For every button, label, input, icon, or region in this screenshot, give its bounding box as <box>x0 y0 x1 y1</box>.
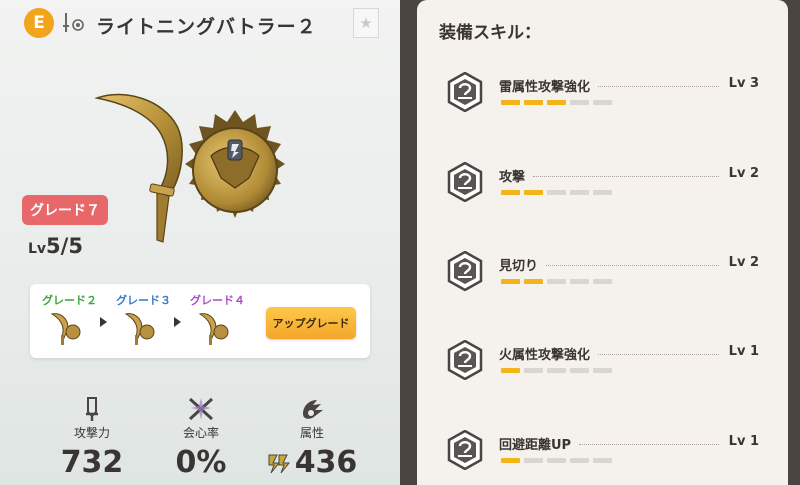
skill-name: 回避距離UP <box>499 438 572 453</box>
skill-row[interactable]: 回避距離UP Lv 1 <box>447 430 767 480</box>
skill-name: 火属性攻撃強化 <box>499 348 591 363</box>
skill-level-segment-empty <box>547 279 566 284</box>
level-value: 5/5 <box>46 234 83 258</box>
skill-row[interactable]: 火属性攻撃強化 Lv 1 <box>447 340 767 390</box>
sword-and-shield-icon <box>63 13 84 32</box>
arrow-right-icon <box>100 317 107 327</box>
skill-leader-line <box>598 86 719 87</box>
skill-row[interactable]: 雷属性攻撃強化 Lv 3 <box>447 72 767 122</box>
stat-value-row: 436 <box>262 445 362 480</box>
stat-critical: 会心率 0% <box>151 396 251 480</box>
stat-value: 732 <box>60 445 124 480</box>
skill-gem-icon <box>447 251 483 291</box>
skill-level: Lv 2 <box>728 166 759 181</box>
skill-level-segment-empty <box>547 368 566 373</box>
skill-level-segment-filled <box>501 458 520 463</box>
skill-level-bar <box>501 368 612 373</box>
skill-level-segment-empty <box>593 368 612 373</box>
skill-level-segment-filled <box>524 279 543 284</box>
skills-panel: 装備スキル： 雷属性攻撃強化 Lv 3 攻撃 Lv 2 見切り Lv 2 火属性攻撃強化 Lv… <box>417 0 788 485</box>
skill-level-segment-empty <box>570 100 589 105</box>
skill-row[interactable]: 見切り Lv 2 <box>447 251 767 301</box>
stat-value: 0% <box>175 445 227 480</box>
skill-level-segment-empty <box>570 190 589 195</box>
skill-level: Lv 3 <box>728 76 759 91</box>
critical-icon <box>188 397 214 421</box>
favorite-button[interactable]: ★ <box>353 8 379 38</box>
skill-level-segment-empty <box>593 279 612 284</box>
skill-level-bar <box>501 100 612 105</box>
star-icon: ★ <box>359 14 373 32</box>
skill-leader-line <box>546 265 719 266</box>
stat-element: 属性 436 <box>262 396 362 480</box>
skill-level-segment-empty <box>593 190 612 195</box>
upgrade-step-label: グレード４ <box>190 294 245 307</box>
skill-level-bar <box>501 458 612 463</box>
skill-name: 見切り <box>499 259 539 274</box>
skill-level-segment-empty <box>570 458 589 463</box>
skills-title: 装備スキル： <box>439 23 541 43</box>
upgrade-step-label: グレード３ <box>116 294 171 307</box>
skill-gem-icon <box>447 162 483 202</box>
skill-level-segment-empty <box>547 190 566 195</box>
skill-level-segment-filled <box>547 100 566 105</box>
skill-name: 雷属性攻撃強化 <box>499 80 591 95</box>
skill-level-segment-empty <box>570 279 589 284</box>
stat-label: 属性 <box>299 426 324 440</box>
arrow-right-icon <box>174 317 181 327</box>
skill-level-segment-filled <box>524 100 543 105</box>
skill-level-segment-filled <box>501 279 520 284</box>
skill-level: Lv 1 <box>728 434 759 449</box>
weapon-image <box>94 93 285 243</box>
weapon-thumbnail-icon[interactable] <box>48 308 82 348</box>
stat-value: 436 <box>294 445 358 480</box>
skill-gem-icon <box>447 340 483 380</box>
skill-level-segment-empty <box>593 458 612 463</box>
stat-label: 攻撃力 <box>73 426 110 440</box>
upgrade-step-label: グレード２ <box>42 294 97 307</box>
skill-leader-line <box>579 444 719 445</box>
skill-gem-icon <box>447 430 483 470</box>
grade-badge: グレード７ <box>22 195 108 225</box>
thunder-element-icon <box>268 454 290 473</box>
skill-level-bar <box>501 190 612 195</box>
skill-level-segment-filled <box>501 368 520 373</box>
skill-leader-line <box>598 354 719 355</box>
skill-level-bar <box>501 279 612 284</box>
skill-level-segment-empty <box>524 368 543 373</box>
skill-level: Lv 2 <box>728 255 759 270</box>
level-prefix: Lv <box>28 241 47 257</box>
upgrade-path: グレード２ グレード３ グレード４ アップグレード <box>30 284 370 358</box>
skill-row[interactable]: 攻撃 Lv 2 <box>447 162 767 212</box>
weapon-thumbnail-icon[interactable] <box>196 308 230 348</box>
skill-leader-line <box>533 176 719 177</box>
skill-name: 攻撃 <box>499 170 526 185</box>
skill-level: Lv 1 <box>728 344 759 359</box>
stat-attack: 攻撃力 732 <box>42 396 142 480</box>
skill-level-segment-filled <box>501 190 520 195</box>
skill-level-segment-empty <box>570 368 589 373</box>
rank-badge: E <box>24 8 54 38</box>
weapon-name: ライトニングバトラー２ <box>96 16 317 38</box>
upgrade-button[interactable]: アップグレード <box>266 307 356 339</box>
skill-level-segment-empty <box>593 100 612 105</box>
weapon-thumbnail-icon[interactable] <box>122 308 156 348</box>
skill-level-segment-empty <box>524 458 543 463</box>
skill-gem-icon <box>447 72 483 112</box>
weapon-detail-panel: E ライトニングバトラー２ ★ グレード７ Lv5/5 グレード２ グレード３ … <box>0 0 400 485</box>
element-icon <box>303 400 323 419</box>
weapon-level: Lv5/5 <box>28 234 83 258</box>
skill-level-segment-filled <box>524 190 543 195</box>
sword-icon <box>86 397 98 421</box>
skill-level-segment-filled <box>501 100 520 105</box>
skill-level-segment-empty <box>547 458 566 463</box>
stat-label: 会心率 <box>182 426 219 440</box>
